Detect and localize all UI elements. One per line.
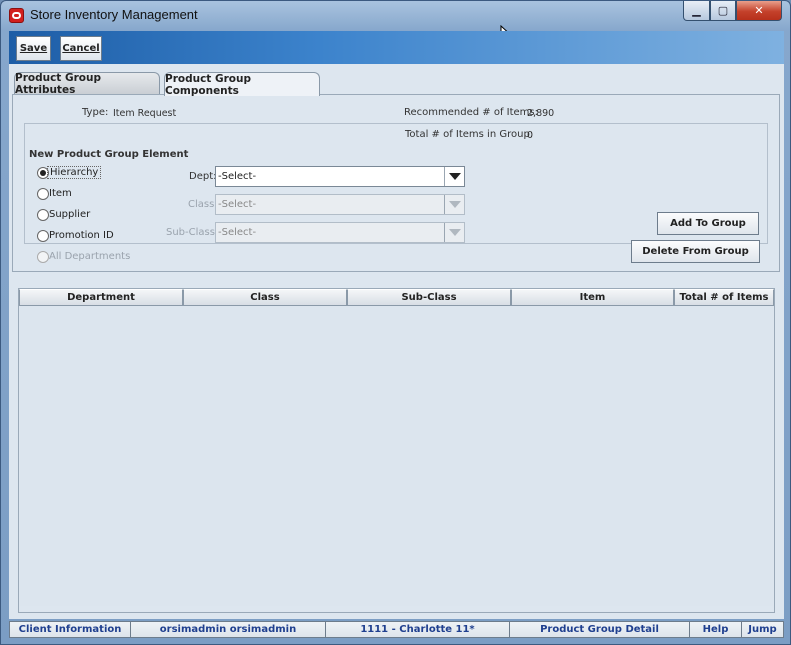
radio-all-departments-label: All Departments xyxy=(49,251,131,262)
status-client-information[interactable]: Client Information xyxy=(9,621,131,638)
title-bar[interactable]: Store Inventory Management ▁ ▢ ✕ xyxy=(1,1,790,29)
column-header-sub-class[interactable]: Sub-Class xyxy=(347,289,511,306)
dept-label: Dept: xyxy=(189,171,217,182)
recommended-items-label: Recommended # of Items: xyxy=(404,107,538,118)
table-header: Department Class Sub-Class Item Total # … xyxy=(19,289,774,306)
tab-product-group-components[interactable]: Product Group Components xyxy=(164,72,320,97)
radio-item[interactable] xyxy=(37,188,49,200)
chevron-down-icon xyxy=(444,195,464,214)
status-user: orsimadmin orsimadmin xyxy=(131,621,326,638)
minimize-button[interactable]: ▁ xyxy=(683,1,710,21)
recommended-items-value: 2,890 xyxy=(527,108,555,119)
subclass-label: Sub-Class: xyxy=(166,227,219,238)
status-screen-name: Product Group Detail xyxy=(510,621,690,638)
subclass-select-value: -Select- xyxy=(218,227,257,238)
window-title: Store Inventory Management xyxy=(30,7,198,22)
status-store: 1111 - Charlotte 11* xyxy=(326,621,510,638)
column-header-department[interactable]: Department xyxy=(19,289,183,306)
cancel-button[interactable]: Cancel xyxy=(60,36,102,61)
radio-item-label: Item xyxy=(49,188,72,199)
radio-supplier[interactable] xyxy=(37,209,49,221)
type-value: Item Request xyxy=(113,108,177,119)
column-header-class[interactable]: Class xyxy=(183,289,347,306)
status-bar: Client Information orsimadmin orsimadmin… xyxy=(9,621,784,638)
maximize-icon: ▢ xyxy=(717,4,729,17)
minimize-icon: ▁ xyxy=(692,4,701,17)
oracle-app-icon xyxy=(9,8,24,23)
type-label: Type: xyxy=(82,107,109,118)
jump-link[interactable]: Jump xyxy=(742,621,784,638)
dept-select-value: -Select- xyxy=(218,171,257,182)
close-button[interactable]: ✕ xyxy=(736,1,782,21)
class-select-value: -Select- xyxy=(218,199,257,210)
add-to-group-button[interactable]: Add To Group xyxy=(657,212,759,235)
column-header-item[interactable]: Item xyxy=(511,289,674,306)
table-body[interactable] xyxy=(20,306,773,606)
class-label: Class: xyxy=(188,199,218,210)
group-box-title: New Product Group Element xyxy=(27,149,191,160)
radio-promotion-id-label: Promotion ID xyxy=(49,230,114,241)
class-select[interactable]: -Select- xyxy=(215,194,465,215)
save-button[interactable]: Save xyxy=(16,36,51,61)
close-icon: ✕ xyxy=(754,4,764,17)
chevron-down-icon xyxy=(444,167,464,186)
delete-from-group-button[interactable]: Delete From Group xyxy=(631,240,760,263)
app-window: Store Inventory Management ▁ ▢ ✕ Save Ca… xyxy=(0,0,791,645)
maximize-button[interactable]: ▢ xyxy=(710,1,736,21)
radio-supplier-label: Supplier xyxy=(49,209,91,220)
radio-all-departments[interactable] xyxy=(37,251,49,263)
toolbar: Save Cancel xyxy=(9,31,784,64)
group-elements-table: Department Class Sub-Class Item Total # … xyxy=(18,288,775,613)
help-link[interactable]: Help xyxy=(690,621,742,638)
column-header-total-items[interactable]: Total # of Items xyxy=(674,289,774,306)
main-content: Product Group Attributes Product Group C… xyxy=(9,64,784,619)
dept-select[interactable]: -Select- xyxy=(215,166,465,187)
chevron-down-icon xyxy=(444,223,464,242)
radio-promotion-id[interactable] xyxy=(37,230,49,242)
tab-product-group-attributes[interactable]: Product Group Attributes xyxy=(14,72,160,96)
subclass-select[interactable]: -Select- xyxy=(215,222,465,243)
radio-hierarchy-label: Hierarchy xyxy=(47,166,102,179)
